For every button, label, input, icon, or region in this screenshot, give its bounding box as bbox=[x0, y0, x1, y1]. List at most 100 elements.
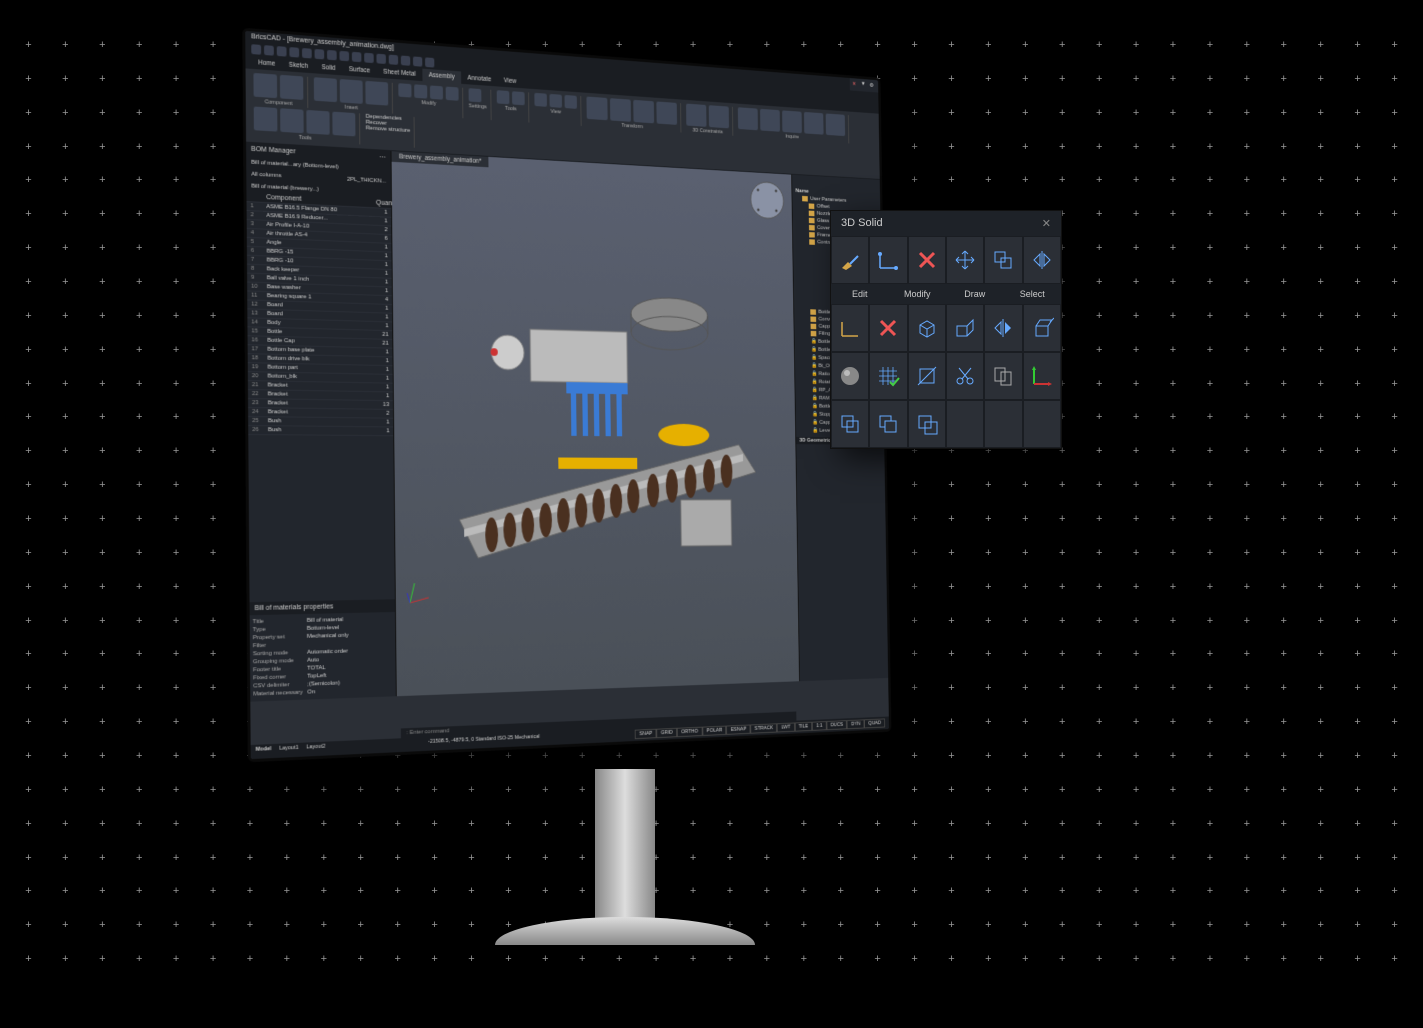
3d-viewport[interactable]: Brewery_assembly_animation* bbox=[391, 151, 799, 696]
funnel-icon[interactable]: ▼ bbox=[861, 82, 867, 90]
status-toggle[interactable]: POLAR bbox=[702, 726, 726, 736]
qat-icon[interactable] bbox=[264, 45, 274, 56]
floating-panel-title[interactable]: 3D Solid ✕ bbox=[831, 211, 1061, 236]
gear-icon[interactable]: ⚙ bbox=[869, 82, 875, 90]
replace-icon[interactable] bbox=[414, 84, 427, 98]
sphere-tool-icon[interactable] bbox=[831, 352, 869, 400]
bom-table-body[interactable]: 1ASME B16.5 Flange DN 8012ASME B16.9 Red… bbox=[247, 202, 395, 602]
filter-dropdown[interactable]: All columns bbox=[251, 172, 281, 180]
settings-icon[interactable] bbox=[469, 88, 482, 102]
balloon-auto-icon[interactable] bbox=[760, 109, 780, 132]
mass-props-icon[interactable] bbox=[826, 113, 845, 136]
trailing-lines-icon[interactable] bbox=[782, 110, 802, 133]
visual-style-icon[interactable] bbox=[564, 95, 576, 109]
qat-icon[interactable] bbox=[389, 55, 398, 65]
paste-tool-icon[interactable] bbox=[984, 352, 1022, 400]
qat-icon[interactable] bbox=[315, 49, 325, 59]
unlink-icon[interactable] bbox=[446, 87, 459, 101]
status-toggle[interactable]: DYN bbox=[847, 719, 864, 729]
intersect-tool-icon[interactable] bbox=[908, 400, 946, 448]
bom-icon[interactable] bbox=[804, 112, 824, 135]
ribbon-tab-sketch[interactable]: Sketch bbox=[282, 58, 315, 73]
status-toggle[interactable]: SNAP bbox=[635, 729, 657, 739]
grid-check-icon[interactable] bbox=[869, 352, 907, 400]
panel-menu-icon[interactable]: ⋯ bbox=[379, 153, 386, 161]
status-toggle[interactable]: ESNAP bbox=[726, 725, 750, 735]
thickness-dropdown[interactable]: 2PL_THICKN... bbox=[347, 177, 386, 185]
qat-icon[interactable] bbox=[327, 50, 337, 60]
update-icon[interactable] bbox=[254, 106, 278, 131]
qat-icon[interactable] bbox=[277, 46, 287, 57]
close-icon[interactable]: ✕ bbox=[1042, 217, 1051, 230]
flip-tool-icon[interactable] bbox=[984, 304, 1022, 352]
status-toggle[interactable]: STRACK bbox=[750, 723, 777, 733]
status-toggle[interactable]: 1:1 bbox=[812, 721, 826, 731]
section-tool-icon[interactable] bbox=[908, 352, 946, 400]
params-panel-icon[interactable] bbox=[332, 112, 355, 137]
balloon-icon[interactable] bbox=[738, 107, 758, 130]
status-toggle[interactable]: ORTHO bbox=[677, 727, 702, 737]
concentric-icon[interactable] bbox=[709, 105, 729, 128]
subtract-tool-icon[interactable] bbox=[869, 400, 907, 448]
move-tool-icon[interactable] bbox=[946, 236, 984, 284]
union-tool-icon[interactable] bbox=[831, 400, 869, 448]
standard-part-icon[interactable] bbox=[340, 79, 363, 104]
show-icon[interactable] bbox=[549, 94, 562, 108]
qat-icon[interactable] bbox=[289, 47, 299, 58]
qat-icon[interactable] bbox=[352, 52, 362, 62]
angle-tool-icon[interactable] bbox=[869, 236, 907, 284]
ribbon-tab-view[interactable]: View bbox=[497, 74, 522, 88]
copy-tool-icon[interactable] bbox=[984, 236, 1022, 284]
dissolve-icon[interactable] bbox=[430, 85, 443, 99]
mech-browser-icon[interactable] bbox=[306, 110, 329, 135]
box-tool-icon[interactable] bbox=[908, 304, 946, 352]
axis-tool-icon[interactable] bbox=[1023, 352, 1061, 400]
qat-icon[interactable] bbox=[339, 51, 349, 61]
3d-solid-toolbar[interactable]: 3D Solid ✕ Edit Modify Draw Select bbox=[830, 210, 1062, 449]
view-cube[interactable] bbox=[749, 179, 786, 221]
mirror-tool-icon[interactable] bbox=[1023, 236, 1061, 284]
ribbon-tab-surface[interactable]: Surface bbox=[342, 63, 377, 78]
qat-icon[interactable] bbox=[302, 48, 312, 58]
fp-tab-draw[interactable]: Draw bbox=[946, 284, 1004, 304]
extrude-tool-icon[interactable] bbox=[1023, 304, 1061, 352]
cut-tool-icon[interactable] bbox=[946, 352, 984, 400]
qat-icon[interactable] bbox=[401, 56, 410, 66]
push-pull-icon[interactable] bbox=[946, 304, 984, 352]
polyline-tool-icon[interactable] bbox=[831, 304, 869, 352]
layout-tab[interactable]: Layout1 bbox=[279, 745, 298, 756]
explode-icon[interactable] bbox=[280, 108, 304, 133]
tool-icon[interactable] bbox=[512, 91, 525, 105]
coincident-icon[interactable] bbox=[686, 104, 706, 127]
layout-tab[interactable]: Layout2 bbox=[306, 744, 325, 755]
status-toggle[interactable]: DUCS bbox=[826, 720, 847, 730]
open-copy-icon[interactable] bbox=[398, 83, 411, 97]
copy-icon[interactable] bbox=[610, 98, 631, 122]
fp-tab-edit[interactable]: Edit bbox=[831, 284, 889, 304]
fp-tab-modify[interactable]: Modify bbox=[889, 284, 947, 304]
array-icon[interactable] bbox=[656, 101, 677, 124]
ribbon-tab-solid[interactable]: Solid bbox=[315, 61, 342, 76]
status-toggle[interactable]: TILE bbox=[795, 722, 813, 732]
delete-tool-icon[interactable] bbox=[908, 236, 946, 284]
rotate-icon[interactable] bbox=[633, 100, 654, 124]
qat-icon[interactable] bbox=[251, 44, 261, 55]
fp-tab-select[interactable]: Select bbox=[1004, 284, 1062, 304]
from-component-icon[interactable] bbox=[365, 81, 388, 106]
brush-tool-icon[interactable] bbox=[831, 236, 869, 284]
cancel-tool-icon[interactable] bbox=[869, 304, 907, 352]
qat-icon[interactable] bbox=[364, 53, 374, 63]
layout-tab[interactable]: Model bbox=[256, 746, 272, 757]
qat-icon[interactable] bbox=[425, 57, 434, 67]
ribbon-tab-annotate[interactable]: Annotate bbox=[461, 71, 498, 86]
init-mech-icon[interactable] bbox=[280, 75, 304, 100]
status-toggle[interactable]: QUAD bbox=[864, 718, 885, 728]
hide-icon[interactable] bbox=[534, 93, 547, 107]
new-component-icon[interactable] bbox=[253, 73, 277, 98]
table-row[interactable]: 26Bush1 bbox=[248, 426, 393, 436]
qat-icon[interactable] bbox=[376, 54, 386, 64]
tool-icon[interactable] bbox=[497, 90, 510, 104]
status-toggle[interactable]: GRID bbox=[657, 728, 678, 738]
ribbon-tab-home[interactable]: Home bbox=[251, 56, 282, 71]
move-icon[interactable] bbox=[586, 97, 607, 121]
